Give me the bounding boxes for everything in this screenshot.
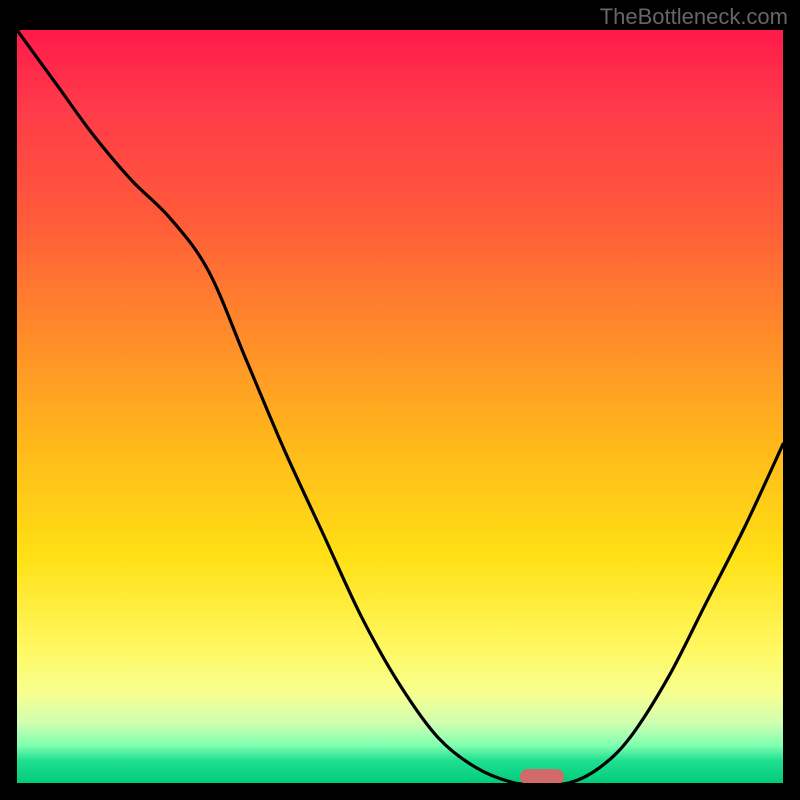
plot-area <box>17 30 783 783</box>
bottleneck-curve <box>17 30 783 783</box>
watermark-text: TheBottleneck.com <box>600 4 788 30</box>
optimal-point-marker <box>520 769 564 783</box>
